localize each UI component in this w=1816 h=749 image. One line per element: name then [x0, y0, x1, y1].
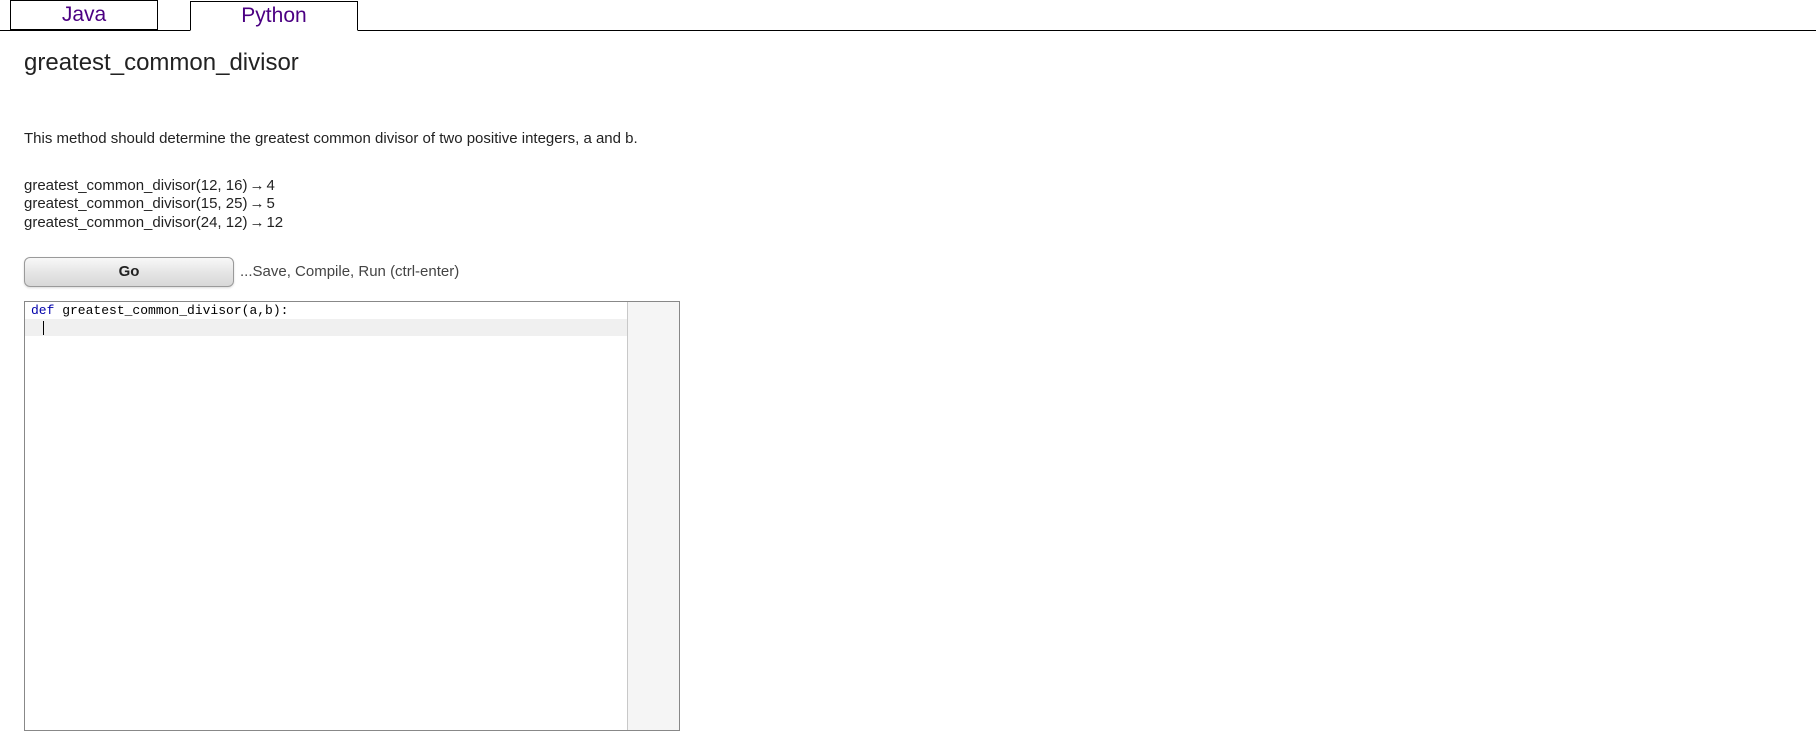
problem-title: greatest_common_divisor: [24, 49, 1792, 77]
tab-python[interactable]: Python: [190, 1, 358, 31]
keyword: def: [31, 303, 54, 318]
example-call: greatest_common_divisor(15, 25): [24, 195, 247, 212]
go-button[interactable]: Go: [24, 257, 234, 287]
editor-line-2-active: [25, 319, 679, 336]
example-line: greatest_common_divisor(12, 16) → 4: [24, 177, 1792, 196]
code-text: greatest_common_divisor(a,b):: [54, 303, 288, 318]
example-result: 5: [266, 195, 274, 212]
arrow-icon: →: [249, 195, 264, 214]
tabs-row: Java Python: [0, 0, 1816, 31]
example-call: greatest_common_divisor(12, 16): [24, 177, 247, 194]
editor-line-1: def greatest_common_divisor(a,b):: [25, 302, 679, 319]
example-result: 4: [266, 177, 274, 194]
tab-python-label: Python: [241, 4, 306, 28]
problem-description: This method should determine the greates…: [24, 129, 794, 149]
arrow-icon: →: [249, 177, 264, 196]
go-button-label: Go: [119, 263, 140, 280]
go-hint: ...Save, Compile, Run (ctrl-enter): [240, 263, 459, 280]
example-line: greatest_common_divisor(24, 12) → 12: [24, 214, 1792, 233]
arrow-icon: →: [249, 214, 264, 233]
text-cursor: [43, 321, 44, 335]
content-area: greatest_common_divisor This method shou…: [0, 31, 1816, 749]
examples-block: greatest_common_divisor(12, 16) → 4 grea…: [24, 177, 1792, 233]
tab-java[interactable]: Java: [10, 0, 158, 30]
example-result: 12: [266, 214, 283, 231]
scrollbar-vertical[interactable]: [627, 302, 679, 730]
example-call: greatest_common_divisor(24, 12): [24, 214, 247, 231]
code-editor[interactable]: def greatest_common_divisor(a,b):: [24, 301, 680, 731]
example-line: greatest_common_divisor(15, 25) → 5: [24, 195, 1792, 214]
go-row: Go ...Save, Compile, Run (ctrl-enter): [24, 257, 1792, 287]
tab-java-label: Java: [62, 3, 106, 27]
